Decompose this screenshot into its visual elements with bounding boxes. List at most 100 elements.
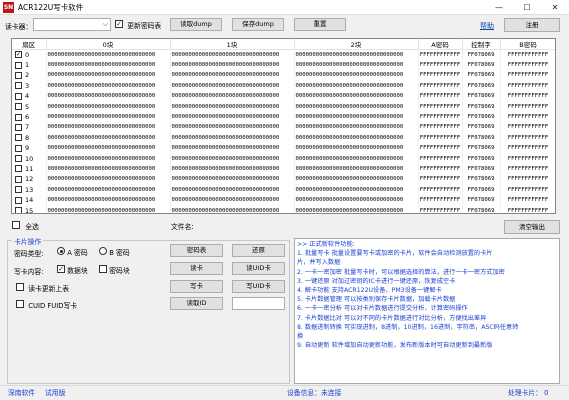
cuid-fuid-checkbox[interactable]: CUID FUID写卡: [16, 300, 77, 310]
row-checkbox[interactable]: [15, 175, 22, 183]
sector-cell[interactable]: 3: [12, 80, 47, 92]
access-bits-cell[interactable]: FF078069: [462, 132, 501, 144]
sector-data-grid[interactable]: 扇区 0块 1块 2块 A密码 控制字 B密码 ✓ 0 00000000000000…: [11, 38, 556, 214]
row-checkbox[interactable]: [15, 123, 22, 131]
row-checkbox[interactable]: [15, 155, 22, 163]
block1-cell[interactable]: 00000000000000000000000000000000: [170, 163, 295, 175]
block0-cell[interactable]: 00000000000000000000000000000000: [46, 122, 171, 133]
sector-cell[interactable]: 6: [12, 111, 47, 123]
table-row[interactable]: 3 00000000000000000000000000000000 0000000…: [12, 80, 555, 92]
row-checkbox[interactable]: [15, 113, 22, 121]
col-header-block0[interactable]: 0块: [46, 39, 171, 50]
block0-cell[interactable]: 00000000000000000000000000000000: [46, 111, 171, 123]
sector-cell[interactable]: 7: [12, 122, 47, 133]
block1-cell[interactable]: 00000000000000000000000000000000: [170, 122, 295, 133]
block0-cell[interactable]: 00000000000000000000000000000000: [46, 91, 171, 102]
key-b-cell[interactable]: FFFFFFFFFFFF: [500, 184, 555, 195]
sector-cell[interactable]: 14: [12, 194, 47, 206]
key-a-cell[interactable]: FFFFFFFFFFFF: [418, 205, 463, 213]
select-all-checkbox[interactable]: 全选: [12, 221, 39, 231]
key-b-cell[interactable]: FFFFFFFFFFFF: [500, 49, 555, 60]
block2-cell[interactable]: 00000000000000000000000000000000: [294, 132, 419, 144]
table-row[interactable]: 1000000000000000000000000000000000000000…: [12, 153, 555, 164]
block1-cell[interactable]: 00000000000000000000000000000000: [170, 153, 295, 164]
block2-cell[interactable]: 00000000000000000000000000000000: [294, 194, 419, 206]
sector-cell[interactable]: 11: [12, 163, 47, 175]
read-card-button[interactable]: 读卡: [170, 262, 223, 275]
col-header-sector[interactable]: 扇区: [12, 39, 47, 50]
key-b-cell[interactable]: FFFFFFFFFFFF: [500, 122, 555, 133]
block0-cell[interactable]: 00000000000000000000000000000000: [46, 184, 171, 195]
key-a-cell[interactable]: FFFFFFFFFFFF: [418, 91, 463, 102]
read-dump-button[interactable]: 读取dump: [170, 18, 222, 31]
row-checkbox[interactable]: [15, 186, 22, 194]
block2-cell[interactable]: 00000000000000000000000000000000: [294, 163, 419, 175]
access-bits-cell[interactable]: FF078069: [462, 122, 501, 133]
access-bits-cell[interactable]: FF078069: [462, 205, 501, 213]
table-row[interactable]: 4 00000000000000000000000000000000 0000000…: [12, 91, 555, 102]
block2-cell[interactable]: 00000000000000000000000000000000: [294, 153, 419, 164]
access-bits-cell[interactable]: FF078069: [462, 59, 501, 71]
row-checkbox[interactable]: [15, 103, 22, 111]
block2-cell[interactable]: 00000000000000000000000000000000: [294, 111, 419, 123]
block1-cell[interactable]: 00000000000000000000000000000000: [170, 111, 295, 123]
sector-cell[interactable]: 1: [12, 59, 47, 71]
access-bits-cell[interactable]: FF078069: [462, 70, 501, 81]
block0-cell[interactable]: 00000000000000000000000000000000: [46, 101, 171, 112]
key-a-cell[interactable]: FFFFFFFFFFFF: [418, 184, 463, 195]
table-row[interactable]: 14 00000000000000000000000000000000 000000…: [12, 194, 555, 206]
block0-cell[interactable]: 00000000000000000000000000000000: [46, 194, 171, 206]
col-header-access-bits[interactable]: 控制字: [462, 39, 501, 50]
sector-cell[interactable]: 8: [12, 132, 47, 144]
key-b-cell[interactable]: FFFFFFFFFFFF: [500, 143, 555, 154]
block1-cell[interactable]: 00000000000000000000000000000000: [170, 101, 295, 112]
help-link[interactable]: 帮助: [480, 21, 494, 31]
access-bits-cell[interactable]: FF078069: [462, 153, 501, 164]
access-bits-cell[interactable]: FF078069: [462, 101, 501, 112]
restore-button[interactable]: 还原: [232, 244, 285, 257]
block2-cell[interactable]: 00000000000000000000000000000000: [294, 143, 419, 154]
block1-cell[interactable]: 00000000000000000000000000000000: [170, 91, 295, 102]
block2-cell[interactable]: 00000000000000000000000000000000: [294, 122, 419, 133]
clear-output-button[interactable]: 清空输出: [504, 220, 560, 234]
key-a-cell[interactable]: FFFFFFFFFFFF: [418, 70, 463, 81]
key-a-cell[interactable]: FFFFFFFFFFFF: [418, 122, 463, 133]
key-a-cell[interactable]: FFFFFFFFFFFF: [418, 59, 463, 71]
data-block-checkbox[interactable]: ✓ 数据块: [57, 265, 88, 275]
minimize-button[interactable]: —: [485, 0, 513, 15]
block0-cell[interactable]: 00000000000000000000000000000000: [46, 174, 171, 185]
register-button[interactable]: 注册: [504, 18, 560, 32]
table-row[interactable]: 13 00000000000000000000000000000000 000000…: [12, 184, 555, 195]
read-update-checkbox[interactable]: 读卡更新上表: [16, 283, 69, 293]
key-a-cell[interactable]: FFFFFFFFFFFF: [418, 143, 463, 154]
block0-cell[interactable]: 00000000000000000000000000000000: [46, 163, 171, 175]
row-checkbox[interactable]: [15, 92, 22, 100]
access-bits-cell[interactable]: FF078069: [462, 143, 501, 154]
row-checkbox[interactable]: [15, 134, 22, 142]
access-bits-cell[interactable]: FF078069: [462, 111, 501, 123]
block0-cell[interactable]: 00000000000000000000000000000000: [46, 49, 171, 60]
key-a-cell[interactable]: FFFFFFFFFFFF: [418, 153, 463, 164]
access-bits-cell[interactable]: FF078069: [462, 174, 501, 185]
block2-cell[interactable]: 00000000000000000000000000000000: [294, 91, 419, 102]
key-a-cell[interactable]: FFFFFFFFFFFF: [418, 163, 463, 175]
block0-cell[interactable]: 00000000000000000000000000000000: [46, 132, 171, 144]
col-header-block1[interactable]: 1块: [170, 39, 295, 50]
col-header-block2[interactable]: 2块: [294, 39, 419, 50]
grid-vertical-scrollbar[interactable]: [557, 38, 567, 214]
key-a-cell[interactable]: FFFFFFFFFFFF: [418, 132, 463, 144]
key-b-cell[interactable]: FFFFFFFFFFFF: [500, 163, 555, 175]
block0-cell[interactable]: 00000000000000000000000000000000: [46, 59, 171, 71]
key-a-cell[interactable]: FFFFFFFFFFFF: [418, 49, 463, 60]
key-b-cell[interactable]: FFFFFFFFFFFF: [500, 174, 555, 185]
key-a-cell[interactable]: FFFFFFFFFFFF: [418, 101, 463, 112]
table-row[interactable]: ✓ 0 00000000000000000000000000000000 000000…: [12, 49, 555, 60]
col-header-key-b[interactable]: B密码: [500, 39, 555, 50]
key-b-cell[interactable]: FFFFFFFFFFFF: [500, 70, 555, 81]
block2-cell[interactable]: 00000000000000000000000000000000: [294, 70, 419, 81]
block0-cell[interactable]: 00000000000000000000000000000000: [46, 70, 171, 81]
sector-cell[interactable]: 2: [12, 70, 47, 81]
block2-cell[interactable]: 00000000000000000000000000000000: [294, 205, 419, 213]
key-a-cell[interactable]: FFFFFFFFFFFF: [418, 111, 463, 123]
access-bits-cell[interactable]: FF078069: [462, 80, 501, 92]
